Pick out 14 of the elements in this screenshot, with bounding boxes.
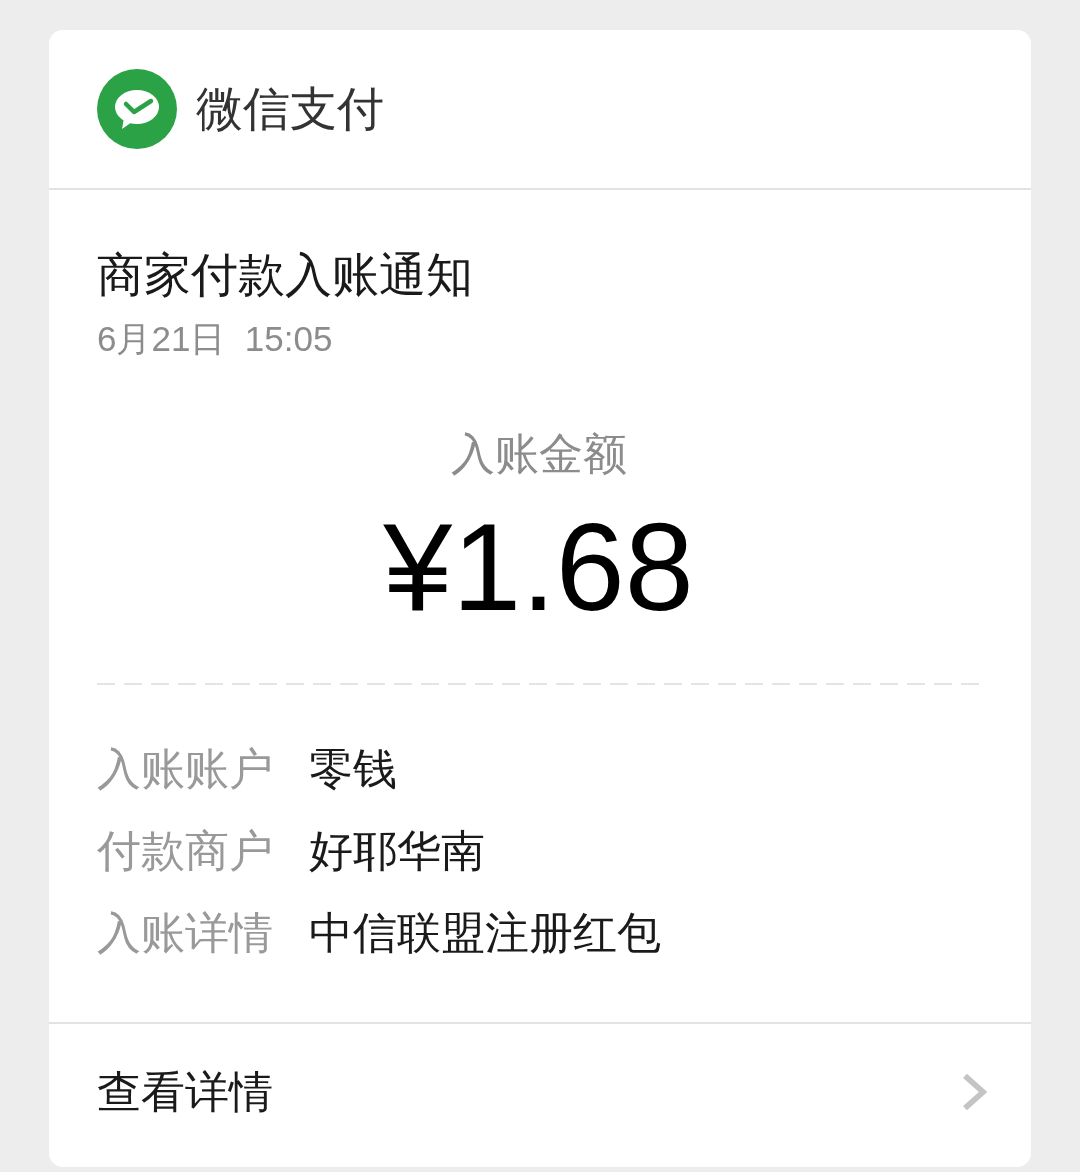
detail-label: 付款商户 [97,825,274,877]
detail-value: 零钱 [309,743,397,795]
chevron-right-icon [961,1072,988,1111]
amount-label: 入账金额 [450,428,627,480]
detail-label: 入账详情 [97,907,274,959]
detail-label: 入账账户 [97,743,274,795]
detail-value: 中信联盟注册红包 [309,907,661,959]
notice-time: 6月21日 15:05 [97,318,333,360]
view-details-link[interactable]: 查看详情 [49,1024,1031,1167]
app-title: 微信支付 [196,81,384,137]
notice-title: 商家付款入账通知 [97,247,473,303]
detail-value: 好耶华南 [309,825,485,877]
amount-value: ¥1.68 [383,497,694,637]
speech-bubble-check-icon [97,69,177,149]
